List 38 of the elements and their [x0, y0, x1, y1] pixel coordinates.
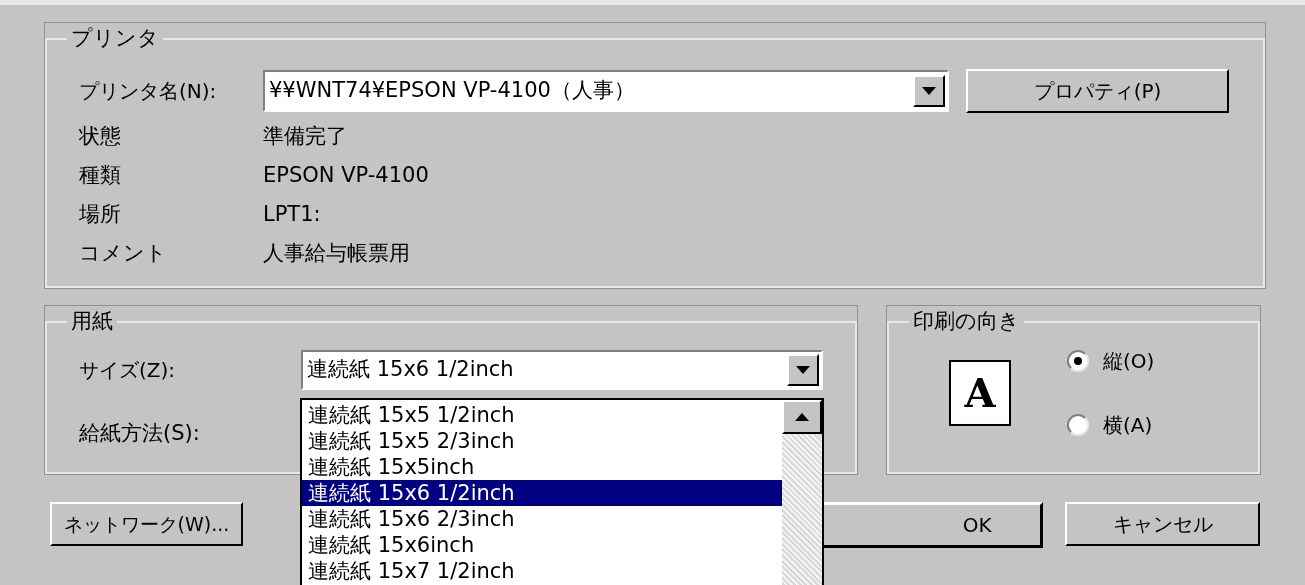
- orientation-option-label[interactable]: 横(A): [1103, 409, 1153, 440]
- caret-up-icon: [795, 413, 809, 421]
- orientation-option-label[interactable]: 縦(O): [1103, 345, 1155, 376]
- paper-source-label: 給紙方法(S):: [79, 420, 200, 445]
- info-label: 状態: [79, 122, 122, 150]
- dropdown-button[interactable]: [787, 353, 819, 386]
- info-value: LPT1:: [263, 200, 322, 228]
- info-value: 人事給与帳票用: [263, 239, 411, 267]
- printer-name-label: プリンタ名(N):: [79, 77, 218, 105]
- dropdown-option[interactable]: 連続紙 15x5 2/3inch: [302, 428, 782, 454]
- group-title: プリンタ: [70, 25, 160, 52]
- caret-down-icon: [796, 365, 810, 374]
- scroll-up-button[interactable]: [782, 400, 822, 434]
- scrollbar[interactable]: [782, 400, 822, 585]
- info-value: 準備完了: [263, 122, 348, 150]
- size-label: サイズ(Z):: [79, 356, 177, 384]
- caret-down-icon: [922, 86, 936, 95]
- size-value: 連続紙 15x6 1/2inch: [307, 355, 514, 383]
- cancel-button[interactable]: キャンセル: [1065, 502, 1260, 546]
- network-button[interactable]: ネットワーク(W)...: [50, 502, 243, 546]
- dropdown-option[interactable]: 連続紙 15x5inch: [302, 454, 782, 480]
- dropdown-option[interactable]: 連続紙 15x5 1/2inch: [302, 402, 782, 428]
- printer-combo[interactable]: ¥¥WNT74¥EPSON VP-4100（人事）: [263, 69, 949, 112]
- info-label: 場所: [79, 200, 122, 228]
- dropdown-button[interactable]: [913, 74, 945, 107]
- info-label: 種類: [79, 161, 122, 189]
- group-title: 用紙: [70, 308, 114, 335]
- printer-name-value: ¥¥WNT74¥EPSON VP-4100（人事）: [269, 76, 635, 104]
- preview-letter: A: [964, 372, 996, 413]
- properties-button[interactable]: プロパティ(P): [966, 68, 1229, 113]
- info-value: EPSON VP-4100: [263, 161, 430, 189]
- radio-button[interactable]: [1067, 349, 1089, 372]
- dropdown-option[interactable]: 連続紙 15x7 1/2inch: [302, 558, 782, 584]
- size-combo[interactable]: 連続紙 15x6 1/2inch: [301, 349, 823, 390]
- radio-button[interactable]: [1067, 413, 1089, 436]
- info-label: コメント: [79, 239, 168, 267]
- group-title: 印刷の向き: [912, 308, 1021, 335]
- dropdown-option[interactable]: 連続紙 15x6 1/2inch: [302, 480, 782, 506]
